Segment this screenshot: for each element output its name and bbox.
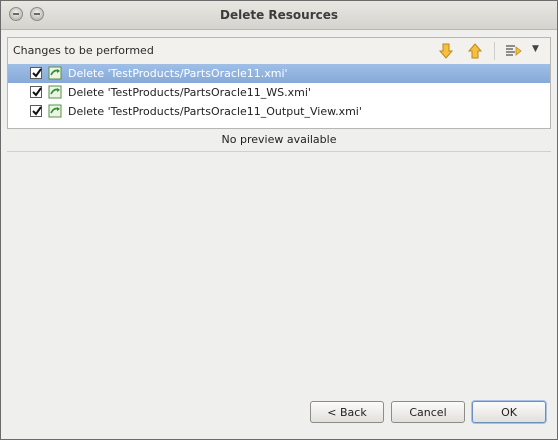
list-item-label: Delete 'TestProducts/PartsOracle11_Outpu… xyxy=(68,105,362,118)
changes-list: Delete 'TestProducts/PartsOracle11.xmi' … xyxy=(8,64,550,121)
list-item[interactable]: Delete 'TestProducts/PartsOracle11_Outpu… xyxy=(8,102,550,121)
preview-message: No preview available xyxy=(221,133,337,146)
item-checkbox[interactable] xyxy=(30,67,42,79)
list-item[interactable]: Delete 'TestProducts/PartsOracle11.xmi' xyxy=(8,64,550,83)
list-item-label: Delete 'TestProducts/PartsOracle11_WS.xm… xyxy=(68,86,311,99)
delete-resources-dialog: Delete Resources Changes to be performed xyxy=(0,0,558,440)
list-item-label: Delete 'TestProducts/PartsOracle11.xmi' xyxy=(68,67,288,80)
back-button[interactable]: < Back xyxy=(310,401,384,423)
arrow-down-icon[interactable] xyxy=(437,42,455,60)
change-icon xyxy=(48,66,62,80)
title-bar: Delete Resources xyxy=(1,1,557,30)
chevron-down-icon[interactable]: ▼ xyxy=(532,44,539,54)
change-icon xyxy=(48,85,62,99)
toolbar-separator xyxy=(494,42,495,60)
item-checkbox[interactable] xyxy=(30,86,42,98)
changes-header: Changes to be performed ▼ xyxy=(8,38,550,64)
cancel-button[interactable]: Cancel xyxy=(391,401,465,423)
change-icon xyxy=(48,104,62,118)
ok-button[interactable]: OK xyxy=(472,401,546,423)
arrow-up-icon[interactable] xyxy=(466,42,484,60)
preview-divider xyxy=(7,151,551,152)
window-title: Delete Resources xyxy=(219,8,339,22)
changes-panel: Changes to be performed ▼ Delete 'TestPr… xyxy=(7,37,551,129)
filter-icon[interactable] xyxy=(505,42,523,60)
list-item[interactable]: Delete 'TestProducts/PartsOracle11_WS.xm… xyxy=(8,83,550,102)
changes-header-label: Changes to be performed xyxy=(13,44,154,57)
item-checkbox[interactable] xyxy=(30,105,42,117)
